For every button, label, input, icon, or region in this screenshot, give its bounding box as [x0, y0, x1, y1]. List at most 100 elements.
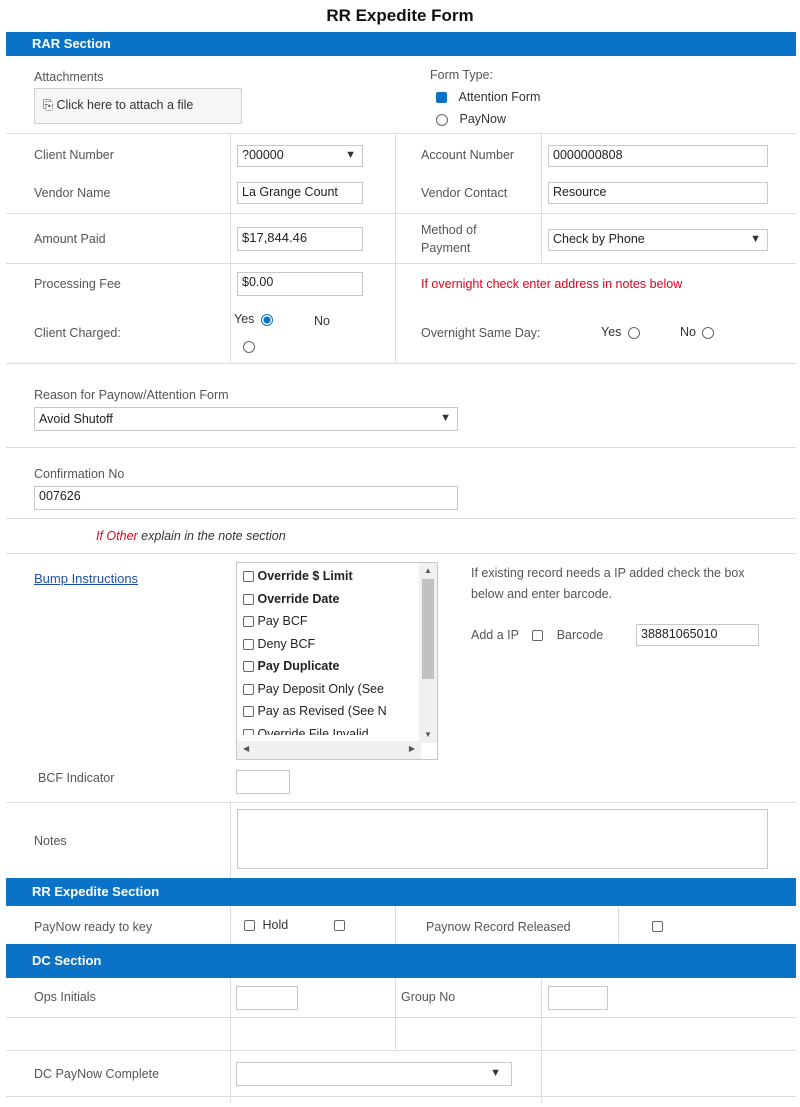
- reason-select[interactable]: Avoid Shutoff ▼: [34, 407, 458, 431]
- client-charged-label: Client Charged:: [34, 326, 121, 340]
- client-number-value: ?00000: [242, 148, 284, 162]
- paynow-ready-checkbox[interactable]: [244, 920, 255, 932]
- form-type-paynow[interactable]: PayNow: [436, 112, 506, 126]
- scrollbar-thumb[interactable]: [422, 579, 434, 679]
- client-charged-no[interactable]: [243, 338, 255, 353]
- form-type-attention[interactable]: Attention Form: [436, 90, 540, 104]
- barcode-input[interactable]: 38881065010: [636, 624, 759, 646]
- paynow-label: PayNow: [459, 112, 507, 126]
- attach-file-button[interactable]: ⎘ Click here to attach a file: [34, 88, 242, 124]
- attachments-label: Attachments: [34, 70, 104, 84]
- notes-textarea[interactable]: [237, 809, 768, 869]
- override-limit-checkbox[interactable]: [243, 571, 254, 583]
- paynow-radio[interactable]: [436, 113, 448, 126]
- method-of-payment-select[interactable]: Check by Phone ▼: [548, 229, 768, 251]
- group-no-label: Group No: [401, 990, 456, 1004]
- record-released-label: Paynow Record Released: [426, 920, 571, 934]
- vendor-name-label: Vendor Name: [34, 186, 111, 200]
- dc-paynow-complete-label: DC PayNow Complete: [34, 1067, 160, 1081]
- list-item[interactable]: Pay as Revised (See N: [237, 700, 437, 723]
- vendor-contact-label: Vendor Contact: [421, 186, 508, 200]
- reason-label: Reason for Paynow/Attention Form: [34, 388, 229, 402]
- account-number-input[interactable]: 0000000808: [548, 145, 768, 167]
- dc-paynow-complete-select[interactable]: ▼: [236, 1062, 512, 1086]
- pay-revised-checkbox[interactable]: [243, 706, 254, 718]
- other-note: If Other explain in the note section: [96, 529, 286, 543]
- list-item-label: Override $ Limit: [257, 569, 353, 583]
- confirmation-no-label: Confirmation No: [34, 467, 125, 481]
- scroll-down-arrow-icon[interactable]: ▼: [419, 730, 437, 739]
- processing-fee-label: Processing Fee: [34, 277, 121, 291]
- method-of-payment-label: Method of Payment: [421, 223, 477, 255]
- client-charged-no-radio[interactable]: [243, 340, 255, 353]
- rr-expedite-section-header: RR Expedite Section: [6, 878, 796, 906]
- overnight-warning: If overnight check enter address in note…: [421, 277, 683, 291]
- bcf-indicator-label: BCF Indicator: [38, 771, 115, 785]
- overnight-no-radio[interactable]: [702, 326, 715, 339]
- scroll-right-arrow-icon[interactable]: ▶: [409, 744, 415, 753]
- vendor-name-input[interactable]: La Grange Count: [237, 182, 363, 204]
- group-no-input[interactable]: [548, 986, 608, 1010]
- paynow-ready-label: PayNow ready to key: [34, 920, 153, 934]
- bump-instructions-link[interactable]: Bump Instructions: [34, 571, 138, 586]
- listbox-hscrollbar[interactable]: ◀ ▶: [237, 741, 421, 759]
- chevron-down-icon: ▼: [345, 149, 356, 161]
- attention-form-checkbox[interactable]: [436, 92, 447, 104]
- list-item[interactable]: Pay Deposit Only (See: [237, 678, 437, 701]
- list-item[interactable]: Pay BCF: [237, 610, 437, 633]
- processing-fee-input[interactable]: $0.00: [237, 272, 363, 296]
- record-released-checkbox-wrap: [652, 918, 663, 933]
- reason-value: Avoid Shutoff: [39, 412, 113, 426]
- pay-bcf-checkbox[interactable]: [243, 616, 254, 628]
- listbox-vscrollbar[interactable]: ▲ ▼: [419, 563, 437, 743]
- vendor-contact-input[interactable]: Resource: [548, 182, 768, 204]
- list-item-label: Override Date: [257, 591, 340, 606]
- deny-bcf-checkbox[interactable]: [243, 638, 254, 650]
- pay-duplicate-checkbox[interactable]: [243, 661, 254, 673]
- hold-label: Hold: [262, 918, 289, 932]
- list-item-label: Override File Invalid: [257, 726, 369, 735]
- instructions-listbox[interactable]: Override $ Limit Override Date Pay BCF D…: [236, 562, 438, 760]
- override-date-checkbox[interactable]: [243, 593, 254, 605]
- bcf-indicator-input[interactable]: [236, 770, 290, 794]
- list-item[interactable]: Override $ Limit: [237, 565, 437, 588]
- attach-file-text: Click here to attach a file: [56, 98, 194, 112]
- hold-row: Hold: [244, 918, 345, 932]
- existing-record-note: If existing record needs a IP added chec…: [471, 566, 745, 601]
- record-released-checkbox[interactable]: [652, 921, 663, 933]
- amount-paid-input[interactable]: $17,844.46: [237, 227, 363, 251]
- list-item[interactable]: Override Date: [237, 588, 437, 611]
- notes-label: Notes: [34, 834, 67, 848]
- list-item-label: Pay as Revised (See N: [257, 704, 387, 718]
- list-item-label: Deny BCF: [257, 636, 316, 651]
- account-number-label: Account Number: [421, 148, 515, 162]
- client-number-label: Client Number: [34, 148, 114, 162]
- list-item[interactable]: Deny BCF: [237, 633, 437, 656]
- client-number-select[interactable]: ?00000 ▼: [237, 145, 363, 167]
- ops-initials-label: Ops Initials: [34, 990, 96, 1004]
- overnight-yes-radio[interactable]: [627, 326, 640, 339]
- scroll-up-arrow-icon[interactable]: ▲: [419, 563, 437, 579]
- confirmation-no-input[interactable]: 007626: [34, 486, 458, 510]
- client-charged-yes-radio[interactable]: [260, 313, 273, 326]
- paperclip-icon: ⎘: [43, 98, 54, 112]
- overnight-no-label: No: [680, 325, 696, 339]
- client-charged-no-label: No: [314, 314, 330, 328]
- add-ip-checkbox[interactable]: [532, 630, 544, 642]
- overnight-no[interactable]: No: [680, 325, 715, 339]
- barcode-label: Barcode: [556, 628, 604, 642]
- ops-initials-input[interactable]: [236, 986, 298, 1010]
- hold-checkbox[interactable]: [333, 920, 345, 932]
- pay-deposit-checkbox[interactable]: [243, 683, 254, 695]
- overnight-yes[interactable]: Yes: [601, 325, 640, 339]
- client-charged-yes[interactable]: Yes: [234, 312, 273, 326]
- method-of-payment-value: Check by Phone: [553, 232, 645, 246]
- overnight-yes-label: Yes: [601, 325, 622, 339]
- scroll-left-arrow-icon[interactable]: ◀: [243, 744, 249, 753]
- form-title: RR Expedite Form: [326, 6, 474, 25]
- client-charged-yes-label: Yes: [234, 312, 255, 326]
- list-item[interactable]: Override File Invalid: [237, 723, 437, 735]
- list-item[interactable]: Pay Duplicate: [237, 655, 437, 678]
- override-file-checkbox[interactable]: [243, 728, 254, 735]
- list-item-label: Pay Deposit Only (See: [257, 681, 384, 696]
